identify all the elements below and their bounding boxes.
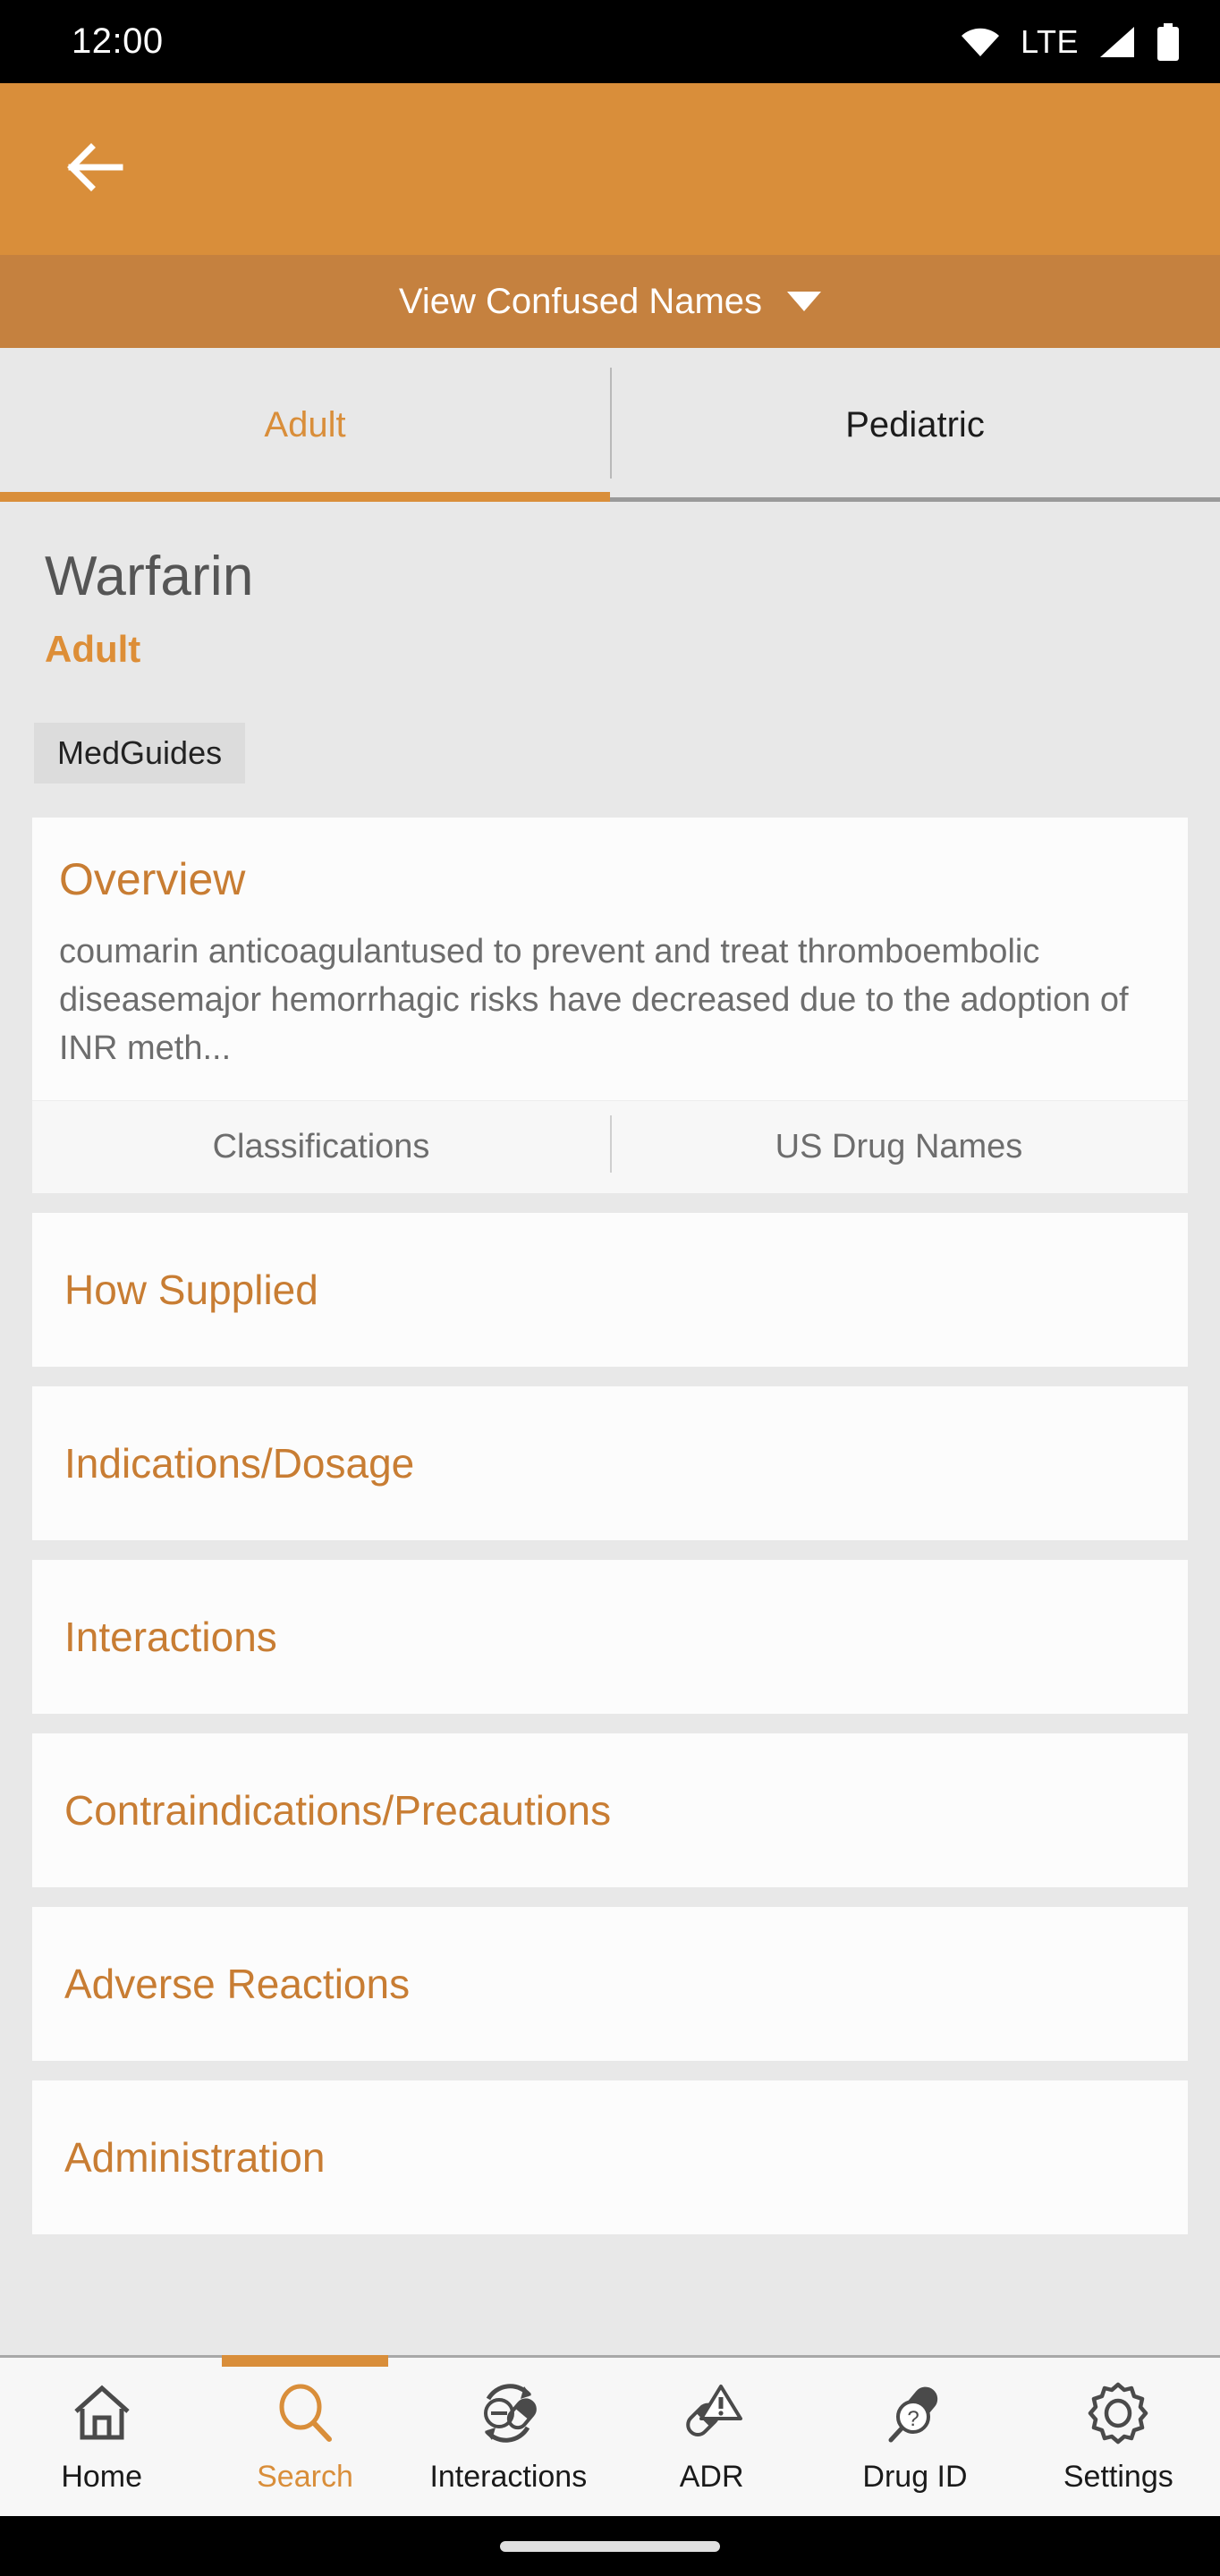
status-bar: 12:00 LTE bbox=[0, 0, 1220, 83]
nav-label: Settings bbox=[1063, 2460, 1173, 2494]
drug-id-icon: ? bbox=[883, 2379, 947, 2447]
nav-label: Interactions bbox=[429, 2460, 588, 2494]
section-card-interactions[interactable]: Interactions bbox=[32, 1559, 1188, 1714]
adr-warning-icon bbox=[680, 2379, 744, 2447]
nav-label: Home bbox=[61, 2460, 143, 2494]
overview-title: Overview bbox=[59, 854, 246, 904]
section-label: Interactions bbox=[64, 1613, 277, 1660]
app-bar bbox=[0, 83, 1220, 255]
svg-text:?: ? bbox=[907, 2407, 919, 2431]
gear-icon bbox=[1086, 2379, 1150, 2447]
section-label: Indications/Dosage bbox=[64, 1439, 415, 1487]
status-clock: 12:00 bbox=[72, 21, 164, 61]
overview-card-body: Overview coumarin anticoagulantused to p… bbox=[32, 818, 1188, 1100]
view-confused-names-button[interactable]: View Confused Names bbox=[0, 255, 1220, 348]
tab-divider bbox=[610, 368, 612, 479]
signal-icon bbox=[1098, 25, 1136, 59]
us-drug-names-button[interactable]: US Drug Names bbox=[610, 1101, 1188, 1193]
nav-item-home[interactable]: Home bbox=[0, 2358, 203, 2516]
confused-names-label: View Confused Names bbox=[398, 281, 763, 321]
nav-item-settings[interactable]: Settings bbox=[1017, 2358, 1220, 2516]
gesture-nav-bar bbox=[0, 2516, 1220, 2576]
gesture-pill[interactable] bbox=[500, 2540, 720, 2552]
chip-row: MedGuides bbox=[34, 723, 1220, 784]
back-button[interactable] bbox=[54, 128, 136, 210]
overview-sub-actions: Classifications US Drug Names bbox=[32, 1099, 1188, 1193]
tab-adult[interactable]: Adult bbox=[0, 348, 610, 502]
tab-active-underline bbox=[0, 492, 610, 502]
section-card-administration[interactable]: Administration bbox=[32, 2080, 1188, 2234]
tab-adult-label: Adult bbox=[264, 404, 346, 445]
section-card-indications-dosage[interactable]: Indications/Dosage bbox=[32, 1385, 1188, 1540]
nav-label: Drug ID bbox=[862, 2460, 968, 2494]
classifications-button[interactable]: Classifications bbox=[32, 1101, 610, 1193]
bottom-navigation: Home Search Interactions ADR ? Drug ID S… bbox=[0, 2355, 1220, 2516]
section-label: Contraindications/Precautions bbox=[64, 1786, 612, 1834]
interactions-icon bbox=[474, 2379, 542, 2447]
wifi-icon bbox=[960, 27, 1001, 57]
battery-icon bbox=[1156, 22, 1181, 61]
section-card-contraindications-precautions[interactable]: Contraindications/Precautions bbox=[32, 1733, 1188, 1887]
nav-item-interactions[interactable]: Interactions bbox=[407, 2358, 610, 2516]
section-card-how-supplied[interactable]: How Supplied bbox=[32, 1212, 1188, 1367]
chevron-down-icon bbox=[787, 292, 822, 311]
overview-card[interactable]: Overview coumarin anticoagulantused to p… bbox=[32, 818, 1188, 1193]
scroll-content[interactable]: Warfarin Adult MedGuides Overview coumar… bbox=[0, 502, 1220, 2355]
section-label: Administration bbox=[64, 2133, 326, 2181]
section-label: Adverse Reactions bbox=[64, 1960, 411, 2007]
nav-item-search[interactable]: Search bbox=[203, 2355, 406, 2516]
medguides-chip[interactable]: MedGuides bbox=[34, 723, 246, 784]
status-icons: LTE bbox=[960, 22, 1181, 61]
section-label: How Supplied bbox=[64, 1266, 318, 1313]
nav-active-indicator bbox=[221, 2355, 388, 2367]
nav-label: ADR bbox=[679, 2460, 744, 2494]
tab-pediatric[interactable]: Pediatric bbox=[610, 348, 1220, 502]
home-icon bbox=[71, 2379, 133, 2447]
app-screen: 12:00 LTE View Confused Names Adult Pedi… bbox=[0, 0, 1220, 2576]
tab-pediatric-label: Pediatric bbox=[845, 404, 985, 445]
search-icon bbox=[274, 2379, 336, 2447]
population-tabs: Adult Pediatric bbox=[0, 348, 1220, 502]
nav-label: Search bbox=[257, 2460, 353, 2494]
overview-text: coumarin anticoagulantused to prevent an… bbox=[59, 933, 1129, 1067]
nav-item-adr[interactable]: ADR bbox=[610, 2358, 813, 2516]
back-arrow-icon bbox=[66, 142, 123, 197]
network-type-label: LTE bbox=[1021, 22, 1079, 60]
nav-item-drug-id[interactable]: ? Drug ID bbox=[813, 2358, 1016, 2516]
page-title: Warfarin bbox=[45, 546, 254, 607]
drug-population-label: Adult bbox=[45, 628, 141, 670]
section-card-adverse-reactions[interactable]: Adverse Reactions bbox=[32, 1906, 1188, 2061]
